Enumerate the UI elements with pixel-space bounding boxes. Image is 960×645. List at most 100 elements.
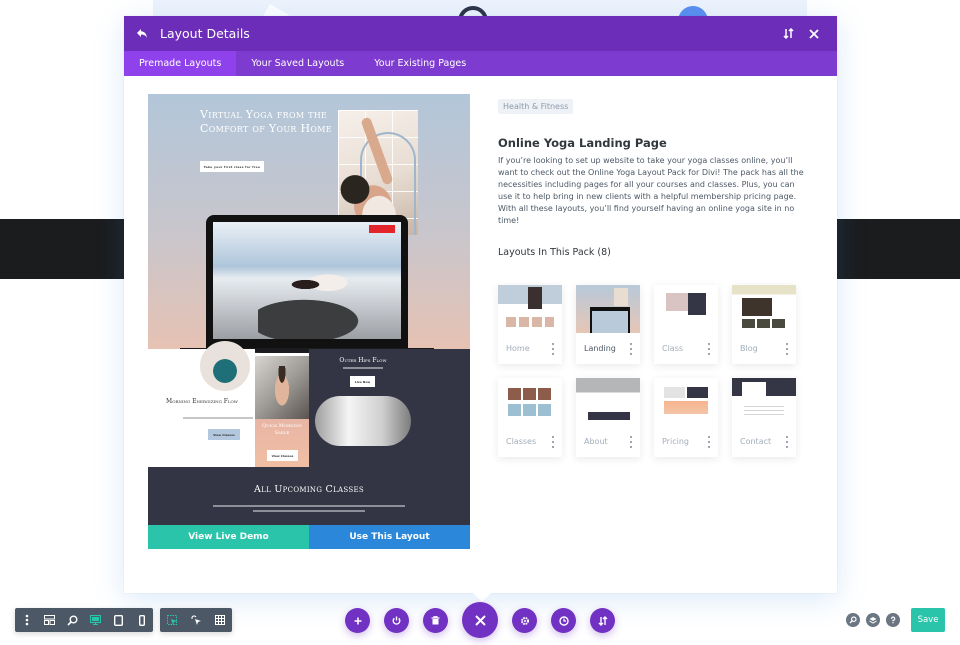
layers-icon <box>869 617 877 624</box>
layout-card-label: Pricing <box>662 437 689 446</box>
layout-thumbnail <box>576 378 640 426</box>
layout-card-about[interactable]: About <box>576 378 640 457</box>
back-arrow-icon[interactable] <box>134 26 150 42</box>
layout-card-label: Landing <box>584 344 616 353</box>
preview-section-title: Outer Hips Flow <box>339 357 387 364</box>
preview-upcoming-classes-section: All Upcoming Classes <box>148 467 470 525</box>
preview-morning-flow-section: Morning Energizing Flow View Classes <box>148 341 255 467</box>
preview-bottom-title: All Upcoming Classes <box>253 484 364 495</box>
layout-card-blog[interactable]: Blog <box>732 285 796 364</box>
history-icon <box>558 615 569 626</box>
click-mode-icon[interactable] <box>160 608 184 632</box>
layout-card-label: About <box>584 437 608 446</box>
sort-arrows-icon[interactable] <box>779 25 797 43</box>
power-icon <box>392 616 401 625</box>
preview-section-button: View Classes <box>267 450 298 461</box>
preview-hero-title: Virtual Yoga from the Comfort of Your Ho… <box>200 108 332 135</box>
more-options-icon[interactable] <box>706 435 712 448</box>
more-options-icon[interactable] <box>706 342 712 355</box>
pack-heading: Layouts In This Pack (8) <box>498 247 611 258</box>
tab-your-saved-layouts[interactable]: Your Saved Layouts <box>236 51 359 76</box>
desktop-view-icon[interactable] <box>84 608 107 632</box>
layout-preview: Virtual Yoga from the Comfort of Your Ho… <box>148 94 470 549</box>
category-badge[interactable]: Health & Fitness <box>498 99 574 114</box>
layout-card-classes[interactable]: Classes <box>498 378 562 457</box>
layout-thumbnail <box>654 285 718 333</box>
help-icon <box>890 616 896 624</box>
preview-section-title: Quick Morning Smile <box>262 423 302 436</box>
layout-thumbnail <box>732 285 796 333</box>
layout-title: Online Yoga Landing Page <box>498 136 667 150</box>
layout-pack-list: Home Landing Class Blog Classes About Pr… <box>498 285 808 457</box>
preview-quick-smile-section: Quick Morning Smile View Classes <box>255 349 309 467</box>
layout-thumbnail <box>498 378 562 426</box>
more-options-icon[interactable] <box>628 435 634 448</box>
layout-card-label: Blog <box>740 344 758 353</box>
modal-title: Layout Details <box>160 26 250 41</box>
modal-tabs: Premade Layouts Your Saved Layouts Your … <box>124 51 837 76</box>
layout-thumbnail <box>654 378 718 426</box>
layout-card-home[interactable]: Home <box>498 285 562 364</box>
power-button[interactable] <box>384 608 409 633</box>
wireframe-icon[interactable] <box>38 608 61 632</box>
more-options-icon[interactable] <box>550 342 556 355</box>
add-button[interactable] <box>345 608 370 633</box>
close-icon[interactable] <box>805 25 823 43</box>
more-options-icon[interactable] <box>550 435 556 448</box>
layout-description: If you’re looking to set up website to t… <box>498 156 804 225</box>
close-icon <box>474 614 486 626</box>
settings-icon <box>520 616 529 625</box>
preview-outer-hips-section: Outer Hips Flow Live Now <box>309 349 470 467</box>
preview-laptop-button <box>369 225 395 233</box>
layout-details-modal: Layout Details Premade Layouts Your Save… <box>124 16 837 593</box>
preview-section-button: View Classes <box>208 429 240 440</box>
layout-card-label: Classes <box>506 437 537 446</box>
hover-mode-icon[interactable] <box>184 608 208 632</box>
layout-thumbnail <box>498 285 562 333</box>
more-options-icon[interactable] <box>784 435 790 448</box>
preview-laptop-image <box>206 215 408 349</box>
more-options-icon[interactable] <box>628 342 634 355</box>
preview-hero-button: Take your first class for free <box>200 161 264 172</box>
page-settings-toolbar <box>15 608 153 632</box>
trash-icon <box>431 616 440 625</box>
portability-icon <box>598 615 607 626</box>
tablet-view-icon[interactable] <box>107 608 130 632</box>
trash-button[interactable] <box>423 608 448 633</box>
layout-card-label: Home <box>506 344 530 353</box>
layout-card-pricing[interactable]: Pricing <box>654 378 718 457</box>
use-this-layout-button[interactable]: Use This Layout <box>309 525 470 549</box>
grid-mode-icon[interactable] <box>208 608 232 632</box>
search-icon <box>849 616 857 624</box>
preview-section-title: Morning Energizing Flow <box>166 398 238 405</box>
phone-view-icon[interactable] <box>130 608 153 632</box>
layers-button[interactable] <box>866 613 880 627</box>
view-live-demo-button[interactable]: View Live Demo <box>148 525 309 549</box>
settings-button[interactable] <box>512 608 537 633</box>
interaction-mode-toolbar <box>160 608 232 632</box>
help-button[interactable] <box>886 613 900 627</box>
layout-card-class[interactable]: Class <box>654 285 718 364</box>
modal-header: Layout Details <box>124 16 837 51</box>
tab-premade-layouts[interactable]: Premade Layouts <box>124 51 237 76</box>
layout-card-label: Class <box>662 344 684 353</box>
preview-actions: View Live Demo Use This Layout <box>148 525 470 549</box>
portability-button[interactable] <box>590 608 615 633</box>
more-options-icon[interactable] <box>15 608 38 632</box>
tab-your-existing-pages[interactable]: Your Existing Pages <box>359 51 481 76</box>
layout-card-landing[interactable]: Landing <box>576 285 640 364</box>
close-builder-button[interactable] <box>462 602 498 638</box>
history-button[interactable] <box>551 608 576 633</box>
save-button[interactable]: Save <box>911 608 945 632</box>
preview-section-button: Live Now <box>350 376 375 387</box>
search-button[interactable] <box>846 613 860 627</box>
layout-thumbnail <box>576 285 640 333</box>
layout-card-label: Contact <box>740 437 772 446</box>
zoom-icon[interactable] <box>61 608 84 632</box>
more-options-icon[interactable] <box>784 342 790 355</box>
layout-info: Health & Fitness Online Yoga Landing Pag… <box>498 94 808 457</box>
layout-thumbnail <box>732 378 796 426</box>
modal-caret <box>472 592 492 602</box>
layout-card-contact[interactable]: Contact <box>732 378 796 457</box>
add-icon <box>354 617 361 624</box>
